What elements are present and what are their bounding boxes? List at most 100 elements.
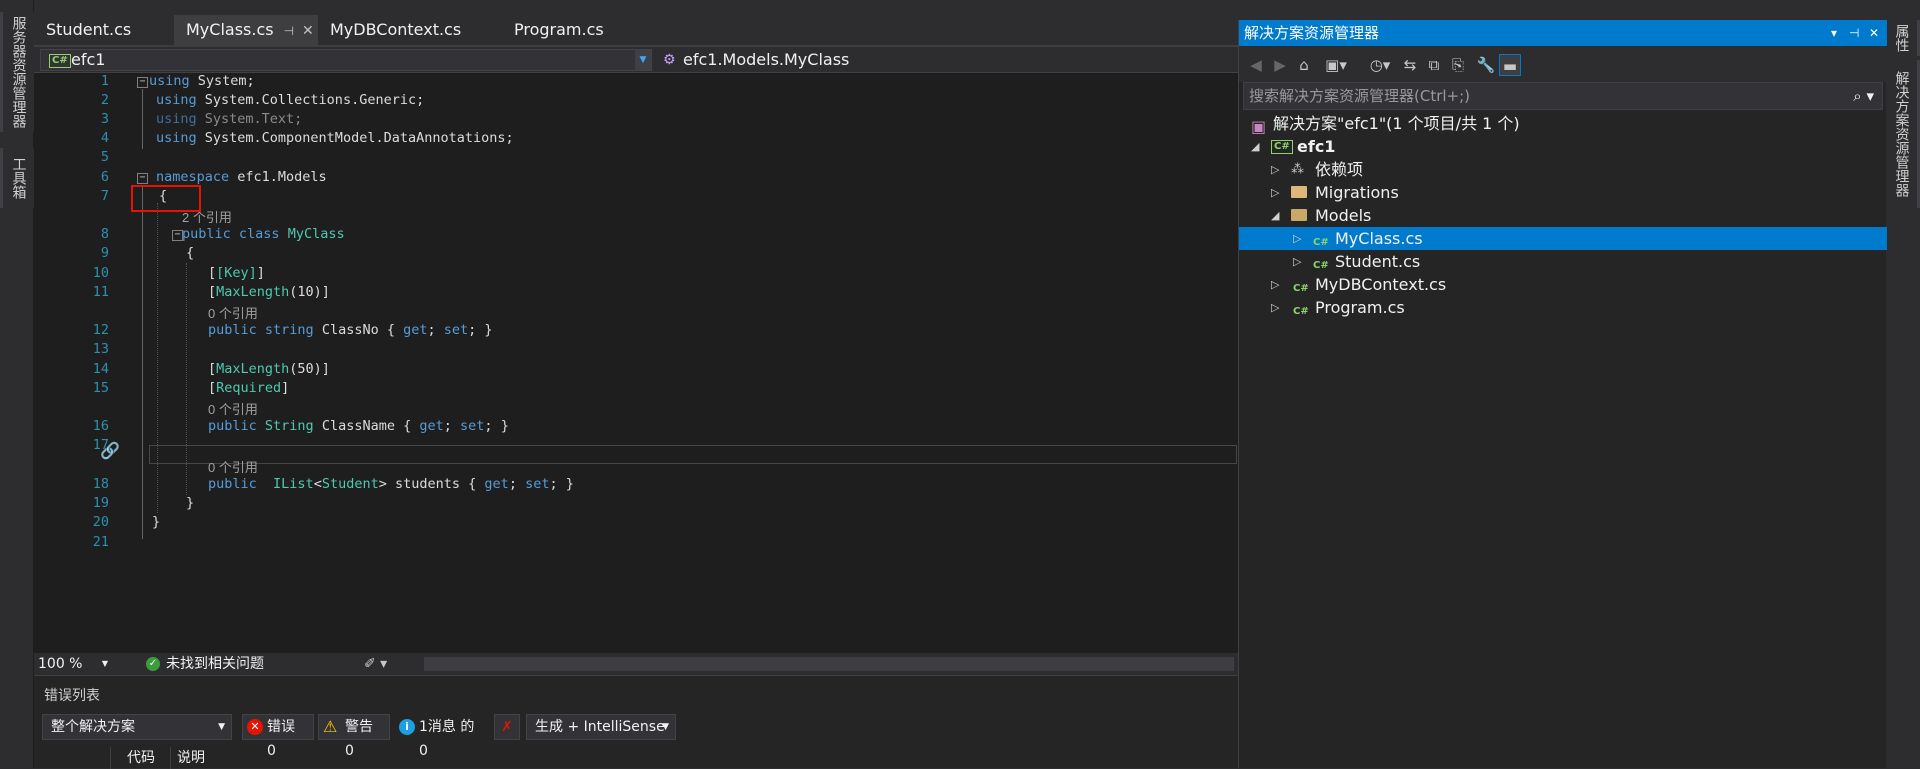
column-code[interactable]: 代码 [110,747,155,769]
chevron-down-icon[interactable]: ▼ [635,50,651,70]
line-number: 4 [100,130,109,146]
code-lens-references[interactable]: 0 个引用 [208,399,258,418]
show-all-files-icon[interactable]: ⎘ [1447,54,1469,76]
column-description[interactable]: 说明 [170,747,205,769]
collapsed-arrow-icon[interactable]: ▷ [1293,250,1301,273]
close-icon[interactable]: ✕ [302,23,314,39]
window-menu-icon[interactable]: ▾ [1831,20,1837,46]
collapsed-arrow-icon[interactable]: ▷ [1293,227,1301,250]
line-number: 13 [92,341,109,357]
code-lens-references[interactable]: 0 个引用 [208,457,258,476]
forward-icon[interactable]: ▶ [1269,54,1291,76]
back-icon[interactable]: ◀ [1245,54,1267,76]
scope-select[interactable]: 整个解决方案 ▼ [42,714,232,740]
brush-icon[interactable]: ✐ ▾ [364,653,387,675]
scope-combo[interactable]: ⚙ efc1.Models.MyClass [656,49,1236,71]
errors-filter-button[interactable]: ✕ 错误 0 [242,714,314,759]
code-line-15: [Required] [208,380,290,396]
line-number: 14 [92,361,109,377]
collapsed-arrow-icon[interactable]: ▷ [1271,158,1279,181]
switch-views-icon[interactable]: ▣▾ [1319,54,1353,76]
code-line-2: using System.Collections.Generic; [156,92,425,108]
zoom-combo[interactable]: 100 % ▼ [38,653,108,675]
collapse-all-icon[interactable]: ⧉ [1423,54,1445,76]
tree-mydbcontext-cs[interactable]: ▷ C# MyDBContext.cs [1239,273,1887,296]
code-line-16: public String ClassName { get; set; } [208,418,509,434]
error-icon: ✕ [247,719,263,735]
messages-filter-button[interactable]: i 1消息 的 0 [394,714,490,759]
expanded-arrow-icon[interactable]: ◢ [1271,204,1279,227]
collapse-icon[interactable]: − [137,77,148,88]
code-line-18: public IList<Student> students { get; se… [208,476,574,492]
tree-program-cs[interactable]: ▷ C# Program.cs [1239,296,1887,319]
code-lens-references[interactable]: 0 个引用 [208,303,258,322]
tree-solution[interactable]: ▣ 解决方案"efc1"(1 个项目/共 1 个) [1239,112,1887,136]
highlight-box [131,185,201,212]
pin-icon[interactable]: ⊣ [284,24,294,38]
tab-myclass-cs[interactable]: MyClass.cs ⊣ ✕ [174,15,318,45]
server-explorer-tab[interactable]: 服务器资源管理器 [0,12,34,132]
collapsed-arrow-icon[interactable]: ▷ [1271,296,1279,319]
line-number: 5 [100,149,109,165]
properties-wrench-icon[interactable]: 🔧 [1475,54,1497,76]
home-icon[interactable]: ⌂ [1293,54,1315,76]
line-number: 15 [92,380,109,396]
tree-student-cs[interactable]: ▷ C# Student.cs [1239,250,1887,273]
sync-icon[interactable]: ⇆ [1399,54,1421,76]
code-line-1: using System; [149,73,255,89]
class-icon: ⚙ [663,52,676,68]
csharp-file-icon: C# [1293,306,1309,317]
tree-models[interactable]: ◢ Models [1239,204,1887,227]
filter-icon[interactable]: ✗ [494,714,520,740]
tab-mydbcontext-cs[interactable]: MyDBContext.cs [318,15,502,45]
build-select[interactable]: 生成 + IntelliSense ▼ [526,714,676,740]
line-number: 8 [100,226,109,242]
code-line-4: using System.ComponentModel.DataAnnotati… [156,130,514,146]
issues-status[interactable]: 未找到相关问题 [166,653,264,675]
solution-search-input[interactable]: 搜索解决方案资源管理器(Ctrl+;) ⌕ ▾ [1243,82,1883,110]
tree-myclass-cs[interactable]: ▷ C# MyClass.cs [1239,227,1887,250]
tree-dependencies[interactable]: ▷ ⁂ 依赖项 [1239,158,1887,181]
solution-explorer-toolbar: ◀ ▶ ⌂ ▣▾ ◷▾ ⇆ ⧉ ⎘ 🔧 ▬ [1239,46,1887,82]
indent-guide [157,203,158,513]
folder-icon [1291,186,1307,198]
tab-student-cs[interactable]: Student.cs [34,15,174,45]
tab-program-cs[interactable]: Program.cs [502,15,652,45]
pin-icon[interactable]: ⊣ [1849,20,1859,46]
expanded-arrow-icon[interactable]: ◢ [1251,135,1259,158]
code-line-9: { [186,245,195,261]
tree-project[interactable]: ◢ C# efc1 [1239,135,1887,158]
current-line-highlight [149,445,1237,464]
dependencies-icon: ⁂ [1291,162,1304,177]
collapse-icon[interactable]: − [137,173,148,184]
search-icon: ⌕ ▾ [1853,87,1874,105]
code-line-10: [[Key]] [208,265,265,281]
collapsed-arrow-icon[interactable]: ▷ [1271,273,1279,296]
properties-tab[interactable]: 属性 [1886,20,1920,56]
collapsed-arrow-icon[interactable]: ▷ [1271,181,1279,204]
quick-actions-icon[interactable]: 🔗 [100,441,120,460]
warnings-filter-button[interactable]: ⚠ 警告 0 [318,714,390,759]
line-number: 1 [100,73,109,89]
solution-explorer-side-tab[interactable]: 解决方案资源管理器 [1886,60,1920,208]
line-number: 3 [100,111,109,127]
line-number: 9 [100,245,109,261]
line-number: 10 [92,265,109,281]
error-list-panel: 错误列表 整个解决方案 ▼ ✕ 错误 0 ⚠ 警告 0 i 1消息 的 0 ✗ 生成 +… [34,675,1238,769]
preview-icon[interactable]: ▬ [1499,54,1521,76]
horizontal-scrollbar[interactable] [424,657,1234,671]
code-editor[interactable]: 1 2 3 4 5 6 7 8 9 10 11 12 13 14 15 16 1… [34,73,1238,653]
project-combo[interactable]: C# efc1 ▼ [40,49,652,71]
tree-migrations[interactable]: ▷ Migrations [1239,181,1887,204]
line-number: 2 [100,92,109,108]
chevron-down-icon: ▼ [218,722,225,732]
toolbox-tab[interactable]: 工具箱 [0,148,34,208]
csharp-project-icon: C# [1271,140,1293,154]
close-icon[interactable]: ✕ [1869,20,1879,46]
line-number: 16 [92,418,109,434]
code-line-8: public class MyClass [182,226,345,242]
pending-changes-icon[interactable]: ◷▾ [1363,54,1397,76]
solution-explorer-title-bar: 解决方案资源管理器 ▾ ⊣ ✕ [1239,20,1887,46]
error-list-title: 错误列表 [44,688,100,704]
line-number: 6 [100,169,109,185]
